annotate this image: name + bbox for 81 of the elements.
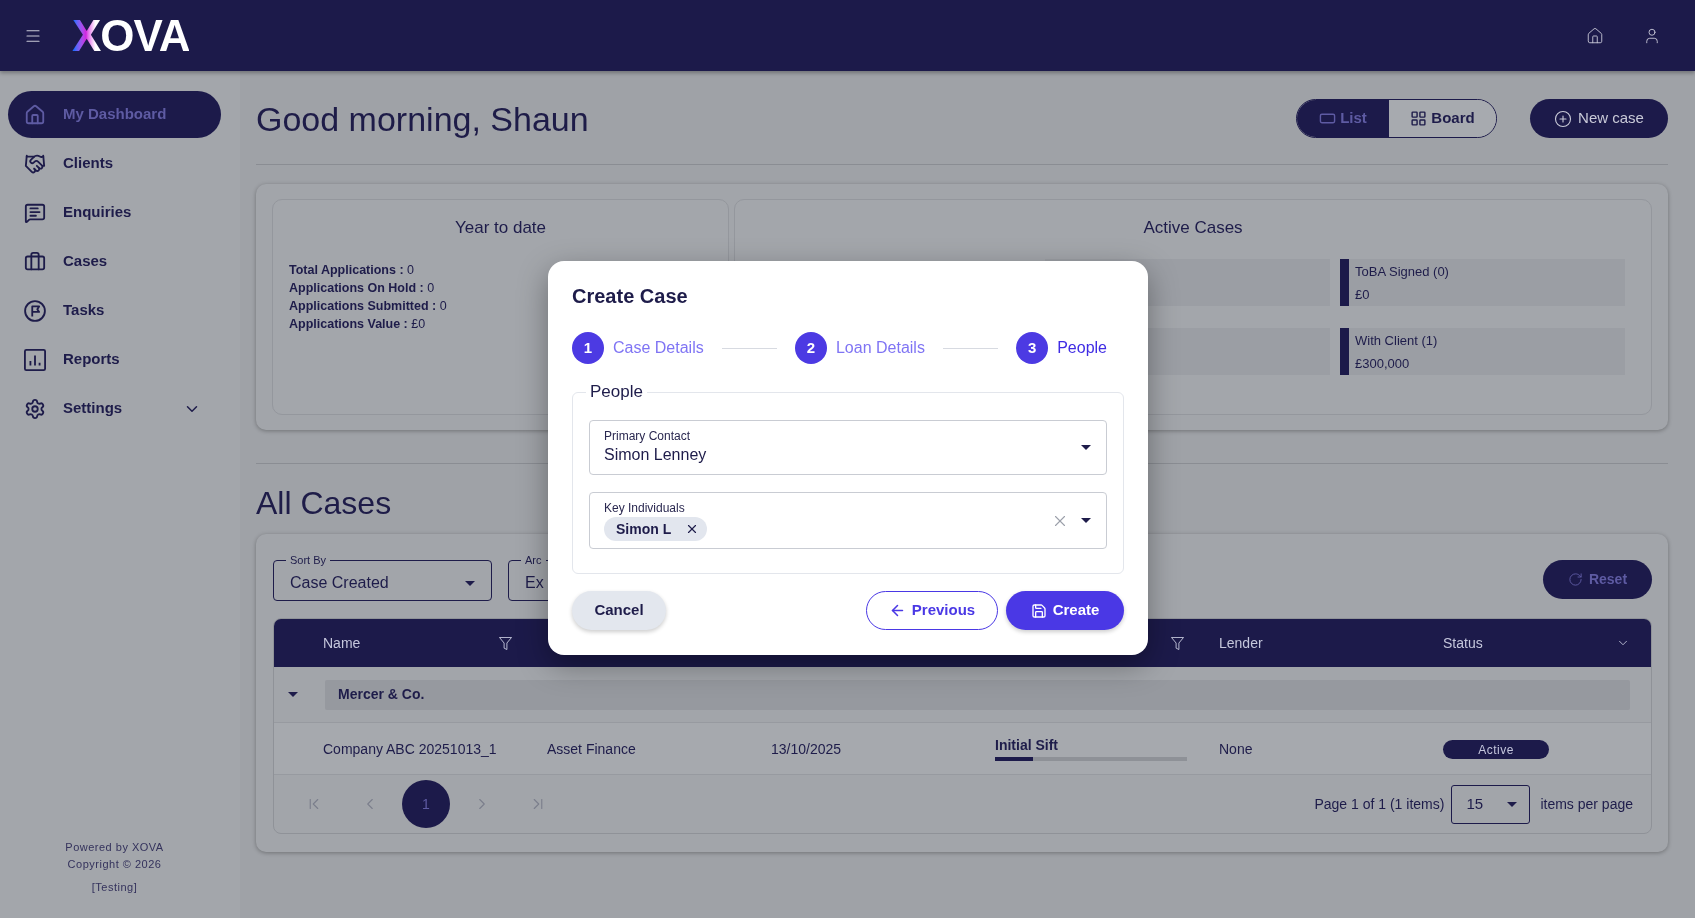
panel-title: Active Cases bbox=[1143, 217, 1243, 239]
dropdown-field[interactable]: Sort By Case Created bbox=[273, 553, 492, 601]
step-label[interactable]: People bbox=[1057, 336, 1107, 360]
caret-down-icon bbox=[1507, 801, 1518, 807]
stage-amount: £0 bbox=[1355, 286, 1370, 304]
handshake-icon bbox=[24, 152, 46, 175]
step-number[interactable]: 3 bbox=[1016, 332, 1049, 364]
field-label: Arc bbox=[524, 553, 543, 567]
grid-icon bbox=[1410, 110, 1428, 127]
section-heading: All Cases bbox=[256, 484, 392, 523]
field-value: 15 bbox=[1466, 793, 1484, 814]
message-icon bbox=[24, 201, 46, 224]
sidebar-item[interactable]: Settings bbox=[8, 385, 221, 432]
view-toggle-button[interactable]: Board bbox=[1389, 100, 1496, 137]
home-icon[interactable] bbox=[1586, 26, 1604, 45]
accent-bar bbox=[1340, 328, 1349, 375]
briefcase-icon bbox=[24, 250, 46, 273]
footer-text: Powered by XOVA bbox=[65, 840, 164, 855]
caret-down-icon bbox=[465, 580, 475, 586]
step-label[interactable]: Case Details bbox=[613, 336, 704, 360]
step-label[interactable]: Loan Details bbox=[835, 336, 925, 360]
flag-icon bbox=[24, 299, 46, 322]
caret-down-icon[interactable] bbox=[288, 692, 298, 697]
footer-text: [Testing] bbox=[91, 880, 138, 895]
field-value: Case Created bbox=[290, 573, 389, 593]
sidebar-item[interactable]: Clients bbox=[8, 140, 221, 187]
stat-line: Applications Value : £0 bbox=[289, 316, 426, 333]
user-icon[interactable] bbox=[1643, 26, 1661, 45]
sidebar-item[interactable]: Tasks bbox=[8, 287, 221, 334]
stat-line: Applications On Hold : 0 bbox=[289, 280, 435, 297]
sidebar-item[interactable]: Cases bbox=[8, 238, 221, 285]
pagination-summary: Page 1 of 1 (1 items) bbox=[1314, 794, 1445, 814]
greeting: Good morning, Shaun bbox=[256, 98, 589, 139]
column-header[interactable]: Status bbox=[1443, 632, 1483, 654]
step-number[interactable]: 1 bbox=[572, 332, 604, 364]
panel-title: Year to date bbox=[454, 217, 548, 239]
table-cell: Asset Finance bbox=[547, 740, 636, 757]
chip-label: Simon L bbox=[616, 519, 672, 539]
status-badge: Active bbox=[1443, 740, 1549, 759]
stage-amount: £300,000 bbox=[1355, 355, 1410, 373]
sidebar-item[interactable]: Reports bbox=[8, 336, 221, 383]
page-size-label: items per page bbox=[1540, 794, 1633, 814]
refresh-icon bbox=[1567, 572, 1583, 587]
multi-select-field[interactable]: Key Individuals Simon L bbox=[589, 492, 1107, 549]
page-size-select[interactable]: 15 bbox=[1451, 784, 1531, 824]
stage-label: Initial Sift bbox=[995, 736, 1058, 754]
column-header[interactable]: Lender bbox=[1219, 632, 1263, 654]
field-label: Primary Contact bbox=[604, 428, 691, 444]
plus-circle-icon bbox=[1554, 109, 1573, 128]
accent-bar bbox=[1340, 259, 1349, 306]
settings-icon bbox=[24, 397, 46, 420]
save-icon bbox=[1030, 602, 1047, 619]
table-cell: 13/10/2025 bbox=[771, 740, 842, 757]
new-case-button[interactable]: New case bbox=[1530, 99, 1668, 138]
field-value: Ex bbox=[525, 573, 544, 593]
field-label: Key Individuals bbox=[604, 500, 685, 516]
dialog-title: Create Case bbox=[572, 284, 688, 309]
stage-name: ToBA Signed (0) bbox=[1355, 263, 1449, 281]
step-number[interactable]: 2 bbox=[794, 332, 827, 364]
sidebar-item[interactable]: Enquiries bbox=[8, 189, 221, 236]
field-value: Simon Lenney bbox=[604, 445, 707, 465]
select-field[interactable]: Primary Contact Simon Lenney bbox=[589, 420, 1107, 475]
caret-down-icon[interactable] bbox=[1081, 518, 1091, 523]
field-label: Sort By bbox=[289, 553, 328, 567]
cancel-button[interactable]: Cancel bbox=[572, 591, 666, 630]
caret-down-icon[interactable] bbox=[1081, 445, 1091, 450]
table-cell: None bbox=[1219, 740, 1253, 757]
stage-name: With Client (1) bbox=[1355, 332, 1438, 350]
person-chip[interactable]: Simon L bbox=[604, 517, 708, 541]
bar-chart-icon bbox=[24, 348, 46, 371]
column-header[interactable]: Name bbox=[323, 632, 361, 654]
table-cell: Company ABC 20251013_1 bbox=[323, 740, 497, 757]
footer-text: Copyright © 2026 bbox=[67, 857, 162, 872]
filter-icon[interactable] bbox=[1171, 636, 1184, 650]
stat-line: Applications Submitted : 0 bbox=[289, 298, 447, 315]
stat-line: Total Applications : 0 bbox=[289, 262, 415, 279]
home-icon bbox=[24, 103, 46, 126]
create-button[interactable]: Create bbox=[1006, 591, 1124, 630]
group-label: Mercer & Co. bbox=[325, 679, 1630, 710]
filter-icon[interactable] bbox=[499, 636, 512, 650]
section-title: People bbox=[589, 381, 644, 403]
